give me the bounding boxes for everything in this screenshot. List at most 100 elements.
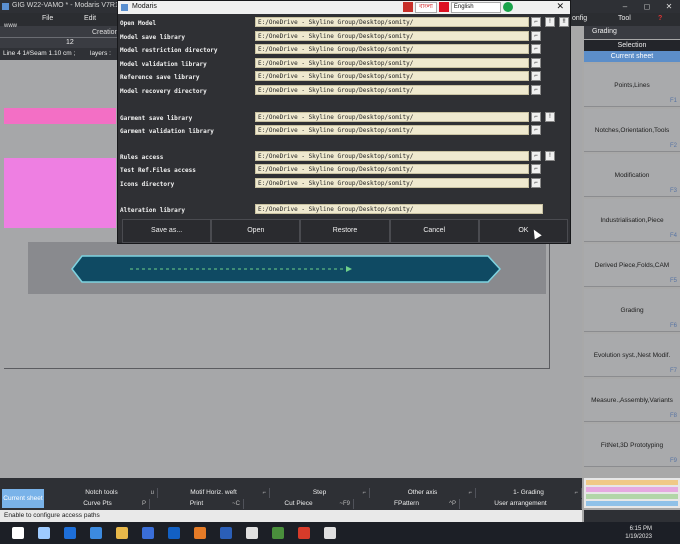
path-input[interactable]: E:/OneDrive - Skyline Group/Desktop/somi… — [255, 17, 529, 27]
language-select[interactable]: English — [450, 2, 501, 13]
tool-button[interactable]: FPattern ^P — [354, 499, 460, 509]
tab-creation[interactable]: Creation — [92, 29, 118, 36]
swatch-row[interactable] — [586, 501, 678, 506]
swatch-row[interactable] — [586, 494, 678, 499]
pattern-piece-svg[interactable] — [70, 254, 504, 284]
grading-header[interactable]: Grading — [592, 28, 617, 35]
tool-button[interactable]: User arrangement — [460, 499, 582, 509]
menu-panel-item[interactable]: Industrialisation,Piece F4 — [584, 199, 680, 242]
taskbar-app-icon[interactable] — [64, 527, 76, 539]
cancel-button[interactable]: Cancel — [389, 219, 479, 243]
taskbar-app-icon[interactable] — [38, 527, 50, 539]
browse-button[interactable]: ⌐ — [531, 58, 541, 68]
menu-file[interactable]: File — [42, 15, 53, 22]
ime-keyboard-icon[interactable] — [438, 2, 449, 12]
clock[interactable]: 6:15 PM 1/19/2023 — [625, 525, 652, 541]
option-button[interactable]: ! — [545, 17, 555, 27]
browse-button[interactable]: ⌐ — [531, 164, 541, 174]
tool-shortcut: ~C — [232, 501, 240, 507]
menu-tool[interactable]: Tool — [618, 15, 631, 22]
pattern-piece-band[interactable] — [4, 108, 116, 124]
path-input[interactable]: E:/OneDrive - Skyline Group/Desktop/somi… — [255, 151, 529, 161]
path-input[interactable]: E:/OneDrive - Skyline Group/Desktop/somi… — [255, 71, 529, 81]
pattern-piece-block[interactable] — [4, 158, 116, 228]
function-key-label: F6 — [669, 323, 677, 329]
tool-button[interactable]: Motif Horiz. weft ⌐ — [158, 488, 270, 498]
menu-config[interactable]: onfig — [572, 15, 587, 22]
tool-button[interactable]: Cut Piece ~F9 — [244, 499, 354, 509]
browse-button[interactable]: ⌐ — [531, 44, 541, 54]
menu-edit[interactable]: Edit — [84, 15, 96, 22]
tool-button[interactable]: 1- Grading ⌐ — [476, 488, 582, 498]
taskbar-app-icon[interactable] — [220, 527, 232, 539]
tool-button[interactable]: Notch tools u — [46, 488, 158, 498]
taskbar-app-icon[interactable] — [116, 527, 128, 539]
restore-button[interactable]: Restore — [300, 219, 390, 243]
ok-button[interactable]: OK — [478, 219, 569, 243]
taskbar-app-icon[interactable] — [12, 527, 24, 539]
menu-panel-item[interactable]: Evolution syst.,Nest Modif. F7 — [584, 334, 680, 377]
selection-button[interactable]: Selection — [584, 40, 680, 51]
path-input[interactable]: E:/OneDrive - Skyline Group/Desktop/somi… — [255, 85, 529, 95]
www-tab[interactable]: www — [4, 23, 17, 29]
menu-panel-item[interactable]: Points,Lines F1 — [584, 64, 680, 107]
menu-panel-item[interactable]: Derived Piece,Folds,CAM F5 — [584, 244, 680, 287]
taskbar-app-icon[interactable] — [90, 527, 102, 539]
taskbar-app-icon[interactable] — [324, 527, 336, 539]
taskbar-app-icon[interactable] — [298, 527, 310, 539]
browse-button[interactable]: ⌐ — [531, 31, 541, 41]
path-input[interactable]: E:/OneDrive - Skyline Group/Desktop/somi… — [255, 204, 543, 214]
current-sheet-button[interactable]: Current sheet — [584, 51, 680, 62]
minimize-button[interactable]: – — [614, 0, 636, 13]
taskbar-app-icon[interactable] — [142, 527, 154, 539]
path-input[interactable]: E:/OneDrive - Skyline Group/Desktop/somi… — [255, 31, 529, 41]
path-label: Icons directory — [120, 181, 175, 188]
menu-panel-item[interactable]: Grading F6 — [584, 289, 680, 332]
browse-button[interactable]: ⌐ — [531, 112, 541, 122]
close-window-button[interactable]: ✕ — [658, 0, 680, 13]
path-input[interactable]: E:/OneDrive - Skyline Group/Desktop/somi… — [255, 44, 529, 54]
browse-button[interactable]: ⌐ — [531, 178, 541, 188]
browse-button[interactable]: ⌐ — [531, 151, 541, 161]
option-button[interactable]: !! — [559, 17, 569, 27]
size-number: 12 — [66, 39, 74, 46]
option-button[interactable]: ! — [545, 151, 555, 161]
ime-icon[interactable] — [403, 2, 413, 12]
tool-button[interactable]: Step ⌐ — [270, 488, 370, 498]
save-as-button[interactable]: Save as... — [122, 219, 212, 243]
path-input[interactable]: E:/OneDrive - Skyline Group/Desktop/somi… — [255, 58, 529, 68]
ime-bangla[interactable]: বাংলা — [415, 2, 437, 13]
line-info: Line 4 1#Seam 1.10 cm ; — [3, 50, 76, 57]
maximize-button[interactable]: ◻ — [636, 0, 658, 13]
tool-button[interactable]: Other axis ⌐ — [370, 488, 476, 498]
path-input[interactable]: E:/OneDrive - Skyline Group/Desktop/somi… — [255, 178, 529, 188]
browse-button[interactable]: ⌐ — [531, 71, 541, 81]
app-title: GIG W22-VAMO * - Modaris V7R1 — [12, 2, 119, 9]
taskbar-app-icon[interactable] — [168, 527, 180, 539]
function-key-label: F8 — [669, 413, 677, 419]
swatch-row[interactable] — [586, 487, 678, 492]
menu-panel-item[interactable]: Modification F3 — [584, 154, 680, 197]
path-input[interactable]: E:/OneDrive - Skyline Group/Desktop/somi… — [255, 125, 529, 135]
path-input[interactable]: E:/OneDrive - Skyline Group/Desktop/somi… — [255, 164, 529, 174]
swatch-row[interactable] — [586, 480, 678, 485]
path-input[interactable]: E:/OneDrive - Skyline Group/Desktop/somi… — [255, 112, 529, 122]
tool-shortcut: P — [141, 501, 146, 507]
menu-panel-item[interactable]: Measure.,Assembly,Variants F8 — [584, 379, 680, 422]
help-icon[interactable]: ? — [658, 15, 662, 22]
menu-panel-item[interactable]: FitNet,3D Prototyping F9 — [584, 424, 680, 467]
menu-panel-item[interactable]: Notches,Orientation,Tools F2 — [584, 109, 680, 152]
current-sheet-tab[interactable]: Current sheet — [2, 489, 44, 508]
ime-status-icon[interactable] — [502, 2, 513, 12]
dialog-close-button[interactable]: ✕ — [556, 1, 564, 12]
open-button[interactable]: Open — [211, 219, 301, 243]
browse-button[interactable]: ⌐ — [531, 125, 541, 135]
taskbar-app-icon[interactable] — [272, 527, 284, 539]
taskbar-app-icon[interactable] — [246, 527, 258, 539]
browse-button[interactable]: ⌐ — [531, 17, 541, 27]
browse-button[interactable]: ⌐ — [531, 85, 541, 95]
taskbar-app-icon[interactable] — [194, 527, 206, 539]
tool-button[interactable]: Print ~C — [150, 499, 244, 509]
option-button[interactable]: ! — [545, 112, 555, 122]
tool-button[interactable]: Curve Pts P — [46, 499, 150, 509]
